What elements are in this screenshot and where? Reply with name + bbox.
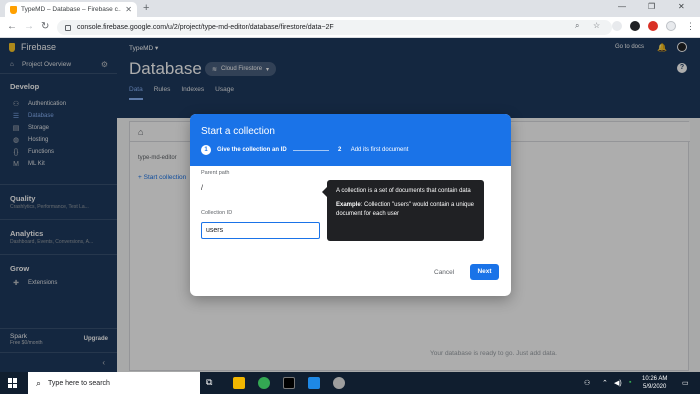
extension-icon[interactable] (612, 21, 622, 31)
chrome-icon[interactable] (258, 377, 270, 389)
new-tab-icon[interactable]: + (143, 2, 149, 14)
windows-start-icon[interactable] (8, 378, 18, 388)
stepper: 1 Give the collection an ID 2 Add its fi… (201, 145, 500, 155)
tab-title: TypeMD – Database – Firebase c… (21, 6, 122, 13)
restore-icon[interactable]: ❐ (648, 2, 655, 11)
collection-id-input[interactable] (201, 222, 320, 239)
zoom-icon[interactable]: ⌕ (575, 21, 579, 31)
lock-icon (65, 24, 71, 31)
browser-tab-bar: TypeMD – Database – Firebase c… ✕ + — ❐ … (0, 0, 700, 17)
parent-path-label: Parent path (201, 170, 230, 176)
chevron-up-icon[interactable]: ⌃ (602, 379, 608, 387)
collection-tooltip: A collection is a set of documents that … (322, 180, 484, 241)
task-view-icon[interactable]: ⧉ (206, 377, 218, 389)
step-1-label: Give the collection an ID (217, 147, 287, 153)
network-icon[interactable]: ▪ (629, 379, 631, 386)
tooltip-example: Example: Collection "users" would contai… (336, 201, 475, 219)
step-1-badge: 1 (201, 145, 211, 155)
clock-time: 10:26 AM (642, 376, 668, 382)
app-icon[interactable] (333, 377, 345, 389)
url-text: console.firebase.google.com/u/2/project/… (77, 24, 334, 31)
taskbar-search-box[interactable]: ⌕ Type here to search (28, 372, 200, 394)
close-tab-icon[interactable]: ✕ (125, 5, 132, 14)
tooltip-arrow (322, 187, 327, 197)
step-2-label: Add its first document (350, 147, 409, 153)
dialog-title: Start a collection (201, 126, 275, 137)
tooltip-example-label: Example (336, 202, 361, 208)
cancel-button[interactable]: Cancel (434, 269, 454, 276)
back-icon[interactable]: ← (7, 21, 17, 32)
search-placeholder: Type here to search (48, 379, 110, 387)
address-bar: ← → ↻ console.firebase.google.com/u/2/pr… (0, 17, 700, 38)
parent-path-value: / (201, 185, 203, 192)
volume-icon[interactable]: ◀) (614, 379, 622, 387)
clock-date: 5/9/2020 (643, 384, 667, 390)
forward-icon[interactable]: → (24, 21, 34, 32)
collection-id-label: Collection ID (201, 210, 233, 216)
dialog-header: Start a collection 1 Give the collection… (190, 114, 511, 166)
vscode-icon[interactable] (308, 377, 320, 389)
step-connector (292, 149, 329, 151)
more-menu-icon[interactable]: ⋮ (686, 21, 695, 32)
profile-avatar[interactable] (666, 21, 676, 31)
url-omnibox[interactable]: console.firebase.google.com/u/2/project/… (57, 20, 612, 35)
minimize-icon[interactable]: — (618, 2, 626, 11)
extension-icon[interactable] (630, 21, 640, 31)
next-button[interactable]: Next (470, 264, 499, 280)
file-explorer-icon[interactable] (233, 377, 245, 389)
search-icon: ⌕ (36, 377, 42, 388)
people-tray-icon[interactable]: ⚇ (584, 379, 590, 387)
close-window-icon[interactable]: ✕ (678, 2, 685, 11)
step-2-badge: 2 (338, 147, 342, 153)
windows-taskbar: ⌕ Type here to search ⧉ ⚇ ⌃ ◀) ▪ 10:26 A… (0, 372, 700, 394)
notifications-icon[interactable]: ▭ (682, 379, 689, 387)
extension-icon[interactable] (648, 21, 658, 31)
reload-icon[interactable]: ↻ (41, 21, 49, 32)
taskbar-clock[interactable]: 10:26 AM 5/9/2020 (642, 375, 667, 391)
bookmark-star-icon[interactable]: ☆ (593, 21, 600, 30)
tooltip-line1: A collection is a set of documents that … (336, 188, 471, 194)
browser-tab[interactable]: TypeMD – Database – Firebase c… ✕ (5, 2, 137, 17)
firebase-favicon-icon (10, 5, 17, 14)
terminal-icon[interactable] (283, 377, 295, 389)
